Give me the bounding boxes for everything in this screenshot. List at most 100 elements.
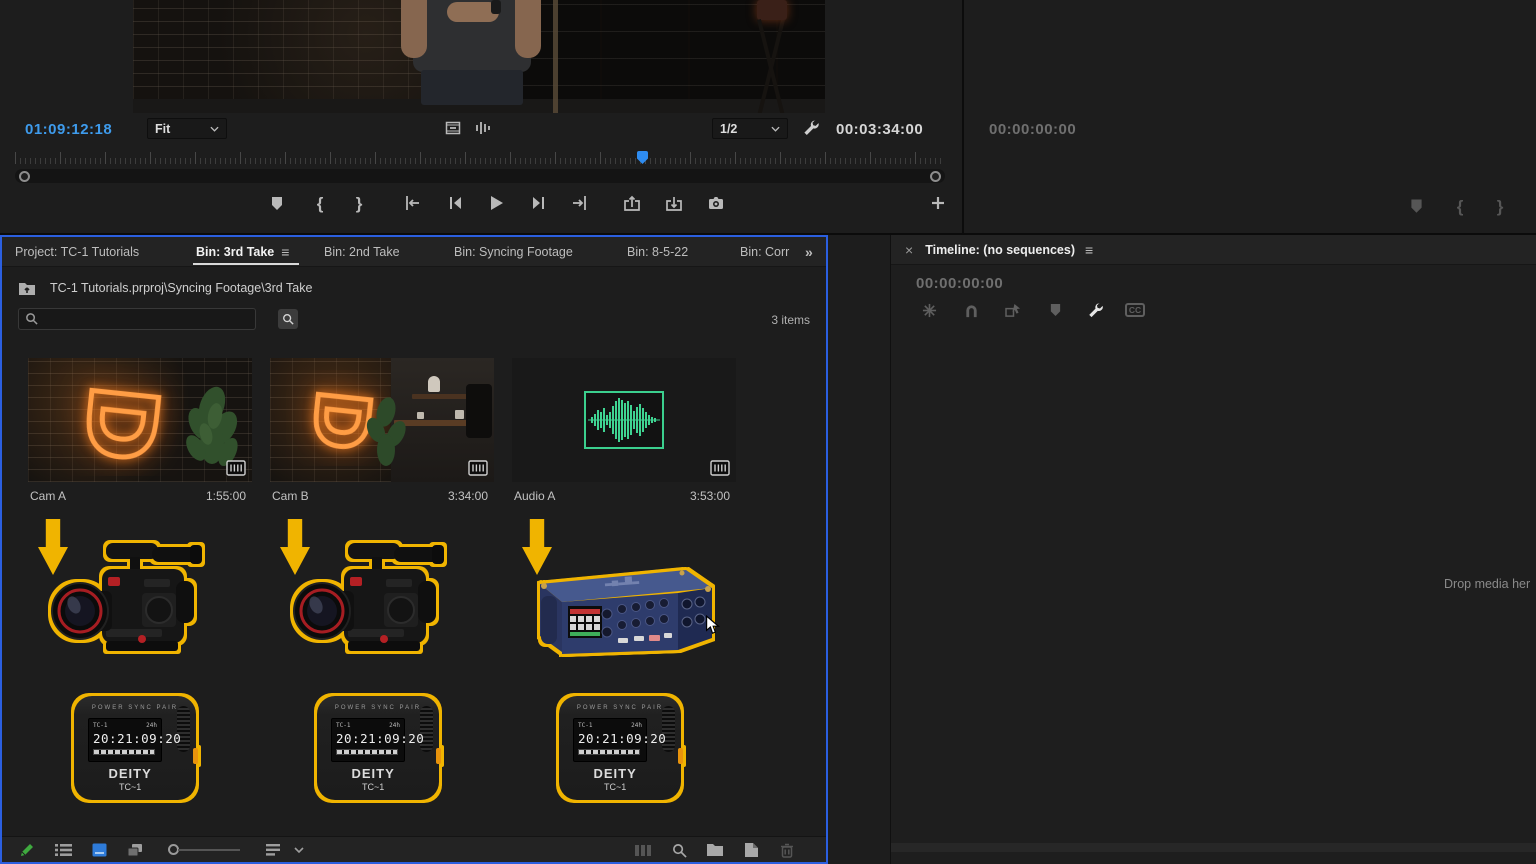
mouse-cursor [705, 615, 720, 635]
timeline-scrollbar-track[interactable] [891, 843, 1536, 852]
step-back-button[interactable] [445, 193, 465, 213]
clip-duration: 1:55:00 [205, 489, 246, 503]
program-time-ruler[interactable] [15, 152, 945, 165]
mark-out-button[interactable]: } [349, 193, 369, 213]
clip-thumbnail-cam-b[interactable]: D [270, 358, 494, 482]
secondary-monitor-panel: 00:00:00:00 { } [964, 0, 1536, 233]
tc1-timecode: 20:21:09:20 [578, 731, 667, 746]
extract-button[interactable] [664, 193, 684, 213]
neon-d-sign: D [63, 380, 177, 467]
captions-icon[interactable]: CC [1124, 301, 1146, 319]
sort-icons-button[interactable] [264, 841, 282, 859]
tc1-screen: TC-1 24h 20:21:09:20 [331, 718, 425, 762]
delete-button[interactable] [778, 841, 796, 859]
navigate-up-folder-icon[interactable] [18, 281, 36, 296]
audio-waveform [584, 391, 664, 449]
preview-brick-wall [133, 0, 424, 113]
timeline-title[interactable]: Timeline: (no sequences) [925, 243, 1075, 257]
panel-menu-icon[interactable]: ≡ [1085, 242, 1093, 258]
drag-audio-only-icon[interactable] [474, 119, 492, 137]
find-button[interactable] [670, 841, 688, 859]
panel-menu-icon[interactable]: ≡ [281, 244, 289, 260]
audio-recorder-image: ▂▄▂▆▂ [510, 562, 716, 662]
program-timecode[interactable]: 01:09:12:18 [25, 121, 112, 138]
playback-resolution-select[interactable]: 1/2 [712, 118, 788, 139]
tab-bin-corr[interactable]: Bin: Corr [740, 237, 789, 267]
search-icon [25, 312, 38, 325]
list-view-button[interactable] [54, 841, 72, 859]
lift-button[interactable] [622, 193, 642, 213]
program-video-preview[interactable] [133, 0, 825, 113]
clip-name[interactable]: Audio A [514, 489, 555, 503]
project-writable-pencil-icon[interactable] [18, 841, 36, 859]
playback-resolution-value: 1/2 [720, 121, 738, 136]
settings-wrench-icon[interactable] [801, 118, 821, 138]
monitor-divider [962, 0, 964, 233]
linked-selection-icon[interactable] [1003, 301, 1023, 319]
freeform-view-button[interactable] [126, 841, 144, 859]
preview-tripod [737, 0, 807, 113]
go-to-in-button[interactable] [402, 193, 422, 213]
nest-sequences-icon[interactable] [919, 301, 939, 319]
tab-bin-8-5-22[interactable]: Bin: 8-5-22 [627, 237, 688, 267]
tools-strip: T [828, 235, 890, 864]
project-panel-toolbar [2, 836, 826, 862]
tab-bin-2nd-take[interactable]: Bin: 2nd Take [324, 237, 400, 267]
project-tabbar: Project: TC-1 Tutorials Bin: 3rd Take ≡ … [2, 237, 826, 267]
tab-overflow-button[interactable]: » [805, 237, 813, 267]
project-panel: Project: TC-1 Tutorials Bin: 3rd Take ≡ … [0, 235, 828, 864]
breadcrumb-path[interactable]: TC-1 Tutorials.prproj\Syncing Footage\3r… [50, 281, 312, 295]
play-button[interactable] [486, 193, 506, 213]
add-marker-icon[interactable] [1406, 196, 1426, 216]
program-duration: 00:03:34:00 [836, 121, 924, 138]
active-tab-underline [193, 263, 299, 265]
add-marker-button[interactable] [267, 193, 287, 213]
automate-to-sequence-button[interactable] [634, 841, 652, 859]
search-in-bin-button[interactable] [278, 309, 298, 329]
timeline-settings-wrench-icon[interactable] [1085, 301, 1105, 319]
premiere-pro-window: 01:09:12:18 Fit 1/2 00:03:34:00 {} 00:0… [0, 0, 1536, 864]
new-item-button[interactable] [742, 841, 760, 859]
add-marker-icon[interactable] [1045, 301, 1065, 319]
program-zoom-scrollbar[interactable] [15, 169, 945, 183]
tab-bin-syncing-footage[interactable]: Bin: Syncing Footage [454, 237, 573, 267]
icon-view-button[interactable] [90, 841, 108, 859]
step-forward-button[interactable] [529, 193, 549, 213]
clip-thumbnail-audio-a[interactable] [512, 358, 736, 482]
button-editor-plus-button[interactable] [928, 193, 948, 213]
tab-project[interactable]: Project: TC-1 Tutorials [15, 237, 139, 267]
timeline-timecode[interactable]: 00:00:00:00 [916, 275, 1003, 292]
source-timecode[interactable]: 00:00:00:00 [989, 121, 1076, 138]
deity-tc1-device: POWER SYNC PAIR TC-1 24h 20:21:09:20 DEIT… [559, 696, 683, 800]
new-bin-button[interactable] [706, 841, 724, 859]
cinema-camera-image [286, 529, 456, 664]
thumbnail-zoom-slider[interactable] [178, 849, 240, 851]
plant-decor [366, 397, 406, 466]
zoom-handle-left[interactable] [19, 170, 30, 182]
clip-name[interactable]: Cam B [272, 489, 309, 503]
timeline-header: × Timeline: (no sequences) ≡ [891, 235, 1536, 265]
search-input[interactable] [18, 308, 256, 330]
go-to-out-button[interactable] [570, 193, 590, 213]
clip-duration: 3:53:00 [689, 489, 730, 503]
tc1-timecode: 20:21:09:20 [336, 731, 425, 746]
drag-video-only-icon[interactable] [444, 119, 462, 137]
clip-name[interactable]: Cam A [30, 489, 66, 503]
clip-duration: 3:34:00 [447, 489, 488, 503]
mark-in-button[interactable]: { [310, 193, 330, 213]
tc1-timecode: 20:21:09:20 [93, 731, 182, 746]
clip-thumbnail-cam-a[interactable]: D [28, 358, 252, 482]
export-frame-button[interactable] [706, 193, 726, 213]
tc1-screen: TC-1 24h 20:21:09:20 [573, 718, 667, 762]
media-type-badge-icon [710, 460, 730, 476]
cinema-camera-image [44, 529, 214, 664]
zoom-handle-right[interactable] [930, 170, 941, 182]
timeline-panel: × Timeline: (no sequences) ≡ 00:00:00:00… [890, 235, 1536, 864]
snap-magnet-icon[interactable] [961, 301, 981, 319]
close-panel-button[interactable]: × [905, 242, 913, 258]
zoom-level-select[interactable]: Fit [147, 118, 227, 139]
sort-chevron-icon[interactable] [290, 841, 308, 859]
mark-out-icon[interactable]: } [1490, 196, 1510, 216]
media-type-badge-icon [226, 460, 246, 476]
mark-in-icon[interactable]: { [1450, 196, 1470, 216]
